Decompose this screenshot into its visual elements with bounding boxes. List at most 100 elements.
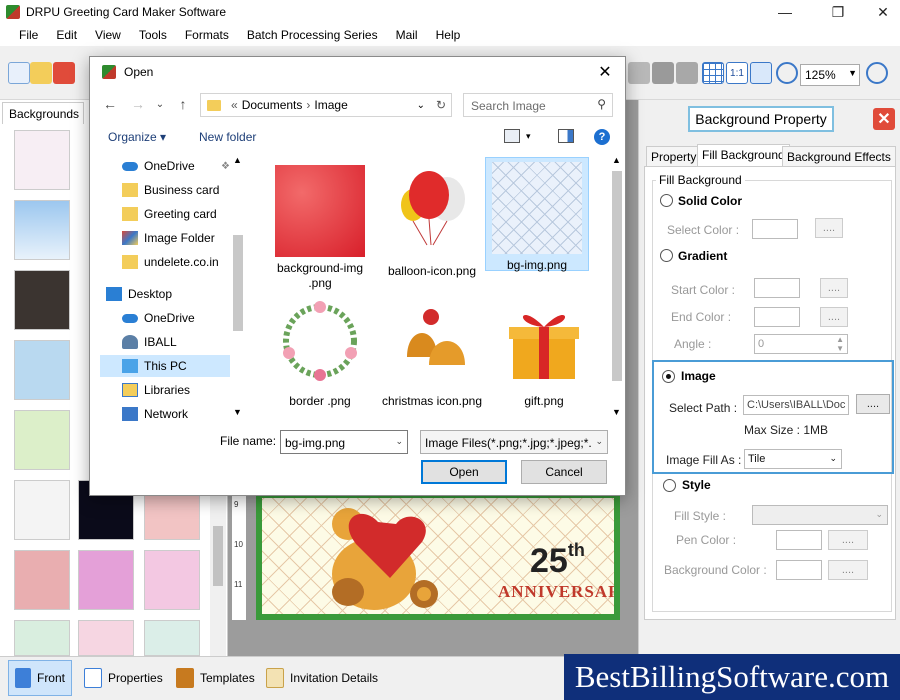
forward-arrow-icon[interactable]: → bbox=[128, 94, 148, 114]
browse-path-button[interactable]: .... bbox=[856, 394, 890, 414]
navigation-scrollbar[interactable]: ▲ ▼ bbox=[231, 155, 245, 421]
background-thumb[interactable] bbox=[14, 620, 70, 656]
background-thumb[interactable] bbox=[14, 480, 70, 540]
back-arrow-icon[interactable]: ← bbox=[100, 94, 120, 114]
recent-locations-icon[interactable]: ⌄ bbox=[150, 94, 170, 114]
tab-property[interactable]: Property bbox=[646, 146, 702, 167]
chevron-down-icon[interactable]: ⌄ bbox=[395, 436, 403, 447]
scroll-down-icon[interactable]: ▼ bbox=[233, 407, 242, 417]
pen-color-field[interactable] bbox=[776, 530, 822, 550]
background-thumb[interactable] bbox=[78, 550, 134, 610]
solid-color-radio[interactable] bbox=[660, 194, 673, 207]
address-bar[interactable]: « Documents › Image ⌄ bbox=[200, 93, 452, 117]
nav-item-image-folder[interactable]: Image Folder bbox=[100, 227, 230, 249]
nav-item-onedrive[interactable]: OneDrive ❖ bbox=[100, 155, 230, 177]
background-color-field[interactable] bbox=[776, 560, 822, 580]
menu-file[interactable]: File bbox=[19, 28, 38, 42]
new-folder-button[interactable]: New folder bbox=[199, 130, 256, 144]
angle-stepper[interactable]: 0 ▲ ▼ bbox=[754, 334, 848, 354]
menu-edit[interactable]: Edit bbox=[56, 28, 77, 42]
group-icon[interactable] bbox=[652, 62, 674, 84]
background-thumb[interactable] bbox=[144, 550, 200, 610]
zoom-in-icon[interactable] bbox=[776, 62, 798, 84]
up-arrow-icon[interactable]: ↑ bbox=[173, 94, 193, 114]
file-item-background-img[interactable]: background-img .png bbox=[268, 161, 372, 291]
start-color-button[interactable]: .... bbox=[820, 278, 848, 298]
background-thumb[interactable] bbox=[14, 410, 70, 470]
search-input[interactable]: Search Image ⚲ bbox=[463, 93, 613, 117]
background-thumb[interactable] bbox=[144, 620, 200, 656]
nav-item-onedrive-2[interactable]: OneDrive bbox=[100, 307, 230, 329]
zoom-select[interactable]: 125% ▼ bbox=[800, 64, 860, 86]
help-icon[interactable]: ? bbox=[594, 129, 610, 145]
file-list-scrollbar[interactable]: ▲ ▼ bbox=[610, 155, 624, 421]
pen-color-button[interactable]: .... bbox=[828, 530, 868, 550]
align-icon[interactable] bbox=[628, 62, 650, 84]
chevron-down-icon[interactable]: ▾ bbox=[526, 131, 534, 141]
greeting-card[interactable]: 25th ANNIVERSARY bbox=[256, 492, 620, 620]
close-icon[interactable]: ✕ bbox=[860, 0, 900, 24]
zoom-out-icon[interactable] bbox=[866, 62, 888, 84]
nav-item-business-card[interactable]: Business card bbox=[100, 179, 230, 201]
background-thumb[interactable] bbox=[14, 130, 70, 190]
chevron-down-icon[interactable]: ⌄ bbox=[417, 100, 425, 111]
file-item-gift[interactable]: gift.png bbox=[492, 291, 596, 409]
nav-item-network[interactable]: Network bbox=[100, 403, 230, 425]
nav-item-undelete[interactable]: undelete.co.in bbox=[100, 251, 230, 273]
preview-pane-icon[interactable] bbox=[558, 129, 574, 143]
file-name-input[interactable]: bg-img.png ⌄ bbox=[280, 430, 408, 454]
start-color-field[interactable] bbox=[754, 278, 800, 298]
maximize-icon[interactable]: ❐ bbox=[815, 0, 861, 24]
actual-size-icon[interactable]: 1:1 bbox=[726, 62, 748, 84]
scroll-up-icon[interactable]: ▲ bbox=[612, 155, 621, 165]
file-item-balloon-icon[interactable]: balloon-icon.png bbox=[380, 161, 484, 279]
menu-tools[interactable]: Tools bbox=[139, 28, 167, 42]
nav-item-greeting-card[interactable]: Greeting card bbox=[100, 203, 230, 225]
change-view-icon[interactable] bbox=[504, 129, 520, 143]
menu-formats[interactable]: Formats bbox=[185, 28, 229, 42]
background-thumb[interactable] bbox=[14, 550, 70, 610]
file-item-bg-img[interactable]: bg-img.png bbox=[485, 157, 589, 272]
menu-view[interactable]: View bbox=[95, 28, 121, 42]
pin-icon[interactable]: ❖ bbox=[221, 161, 230, 172]
tab-backgrounds[interactable]: Backgrounds bbox=[2, 102, 84, 124]
end-color-field[interactable] bbox=[754, 307, 800, 327]
background-thumb[interactable] bbox=[14, 340, 70, 400]
menu-batch-processing[interactable]: Batch Processing Series bbox=[247, 28, 378, 42]
refresh-icon[interactable]: ↻ bbox=[430, 93, 452, 117]
grid-icon[interactable] bbox=[702, 62, 724, 84]
tab-templates[interactable]: Templates bbox=[170, 660, 261, 696]
select-color-button[interactable]: .... bbox=[815, 218, 843, 238]
ungroup-icon[interactable] bbox=[676, 62, 698, 84]
organize-menu[interactable]: Organize ▾ bbox=[108, 130, 166, 144]
minimize-icon[interactable]: — bbox=[762, 0, 808, 24]
style-radio[interactable] bbox=[663, 479, 676, 492]
file-item-christmas-icon[interactable]: christmas icon.png bbox=[380, 291, 484, 409]
close-file-icon[interactable] bbox=[53, 62, 75, 84]
end-color-button[interactable]: .... bbox=[820, 307, 848, 327]
tab-invitation-details[interactable]: Invitation Details bbox=[260, 660, 384, 696]
menu-help[interactable]: Help bbox=[436, 28, 461, 42]
nav-item-this-pc[interactable]: This PC bbox=[100, 355, 230, 377]
dialog-close-icon[interactable]: ✕ bbox=[585, 57, 625, 87]
tab-fill-background[interactable]: Fill Background bbox=[697, 144, 790, 167]
open-folder-icon[interactable] bbox=[30, 62, 52, 84]
menu-mail[interactable]: Mail bbox=[396, 28, 418, 42]
background-color-button[interactable]: .... bbox=[828, 560, 868, 580]
fill-style-select[interactable]: ⌄ bbox=[752, 505, 888, 525]
breadcrumb-documents[interactable]: Documents bbox=[242, 98, 303, 112]
nav-item-desktop[interactable]: Desktop bbox=[100, 283, 230, 305]
background-thumb[interactable] bbox=[14, 270, 70, 330]
scroll-down-icon[interactable]: ▼ bbox=[612, 407, 621, 417]
image-radio[interactable] bbox=[662, 370, 675, 383]
background-thumb[interactable] bbox=[78, 620, 134, 656]
nav-item-iball[interactable]: IBALL bbox=[100, 331, 230, 353]
new-file-icon[interactable] bbox=[8, 62, 30, 84]
stepper-arrows-icon[interactable]: ▲ ▼ bbox=[836, 335, 844, 353]
tab-background-effects[interactable]: Background Effects bbox=[782, 146, 896, 167]
close-panel-icon[interactable]: ✕ bbox=[873, 108, 895, 130]
open-button[interactable]: Open bbox=[421, 460, 507, 484]
scroll-up-icon[interactable]: ▲ bbox=[233, 155, 242, 165]
tab-front[interactable]: Front bbox=[8, 660, 72, 696]
breadcrumb-image[interactable]: Image bbox=[314, 98, 347, 112]
